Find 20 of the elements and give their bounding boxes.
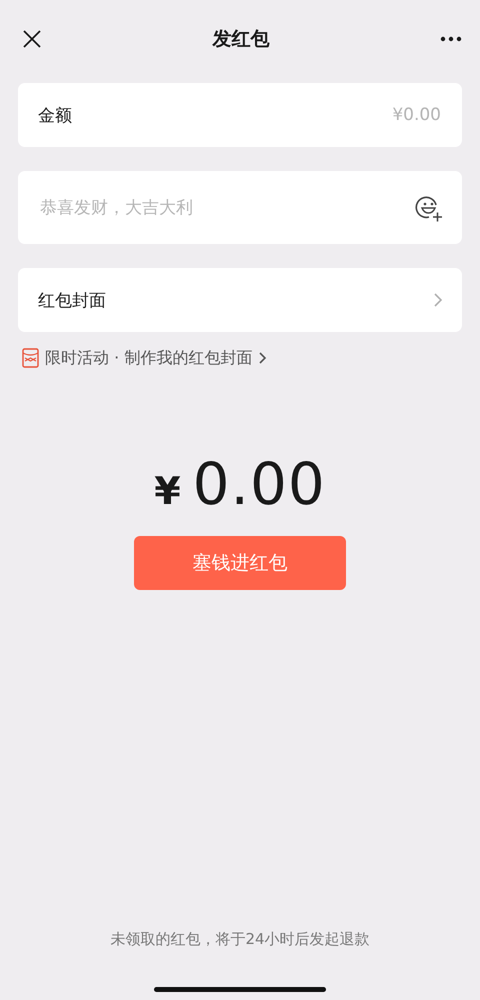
- cover-row[interactable]: 红包封面: [18, 268, 462, 332]
- emoji-add-icon[interactable]: [415, 194, 443, 222]
- close-button[interactable]: [22, 29, 42, 49]
- chevron-icon: [258, 351, 268, 365]
- more-icon: [440, 36, 462, 42]
- amount-field[interactable]: ¥0.00: [72, 104, 443, 126]
- chevron-icon: [433, 292, 443, 308]
- row-label: 红包封面: [38, 290, 106, 312]
- message-field[interactable]: 恭喜发财，大吉大利: [38, 196, 415, 218]
- amount-row[interactable]: 金额 ¥0.00: [18, 83, 462, 147]
- total-amount: 0.00: [192, 450, 326, 518]
- field-label: 金额: [38, 104, 72, 126]
- more-button[interactable]: [440, 36, 462, 42]
- close-icon: [22, 29, 42, 49]
- envelope-icon: [22, 348, 39, 368]
- message-box[interactable]: 恭喜发财，大吉大利: [18, 171, 462, 244]
- currency-symbol: ¥: [154, 469, 181, 513]
- promo-link[interactable]: 限时活动 · 制作我的红包封面: [45, 348, 268, 368]
- footer-note: 未领取的红包，将于24小时后发起退款: [109, 930, 371, 949]
- page-title: 发红包: [212, 27, 270, 52]
